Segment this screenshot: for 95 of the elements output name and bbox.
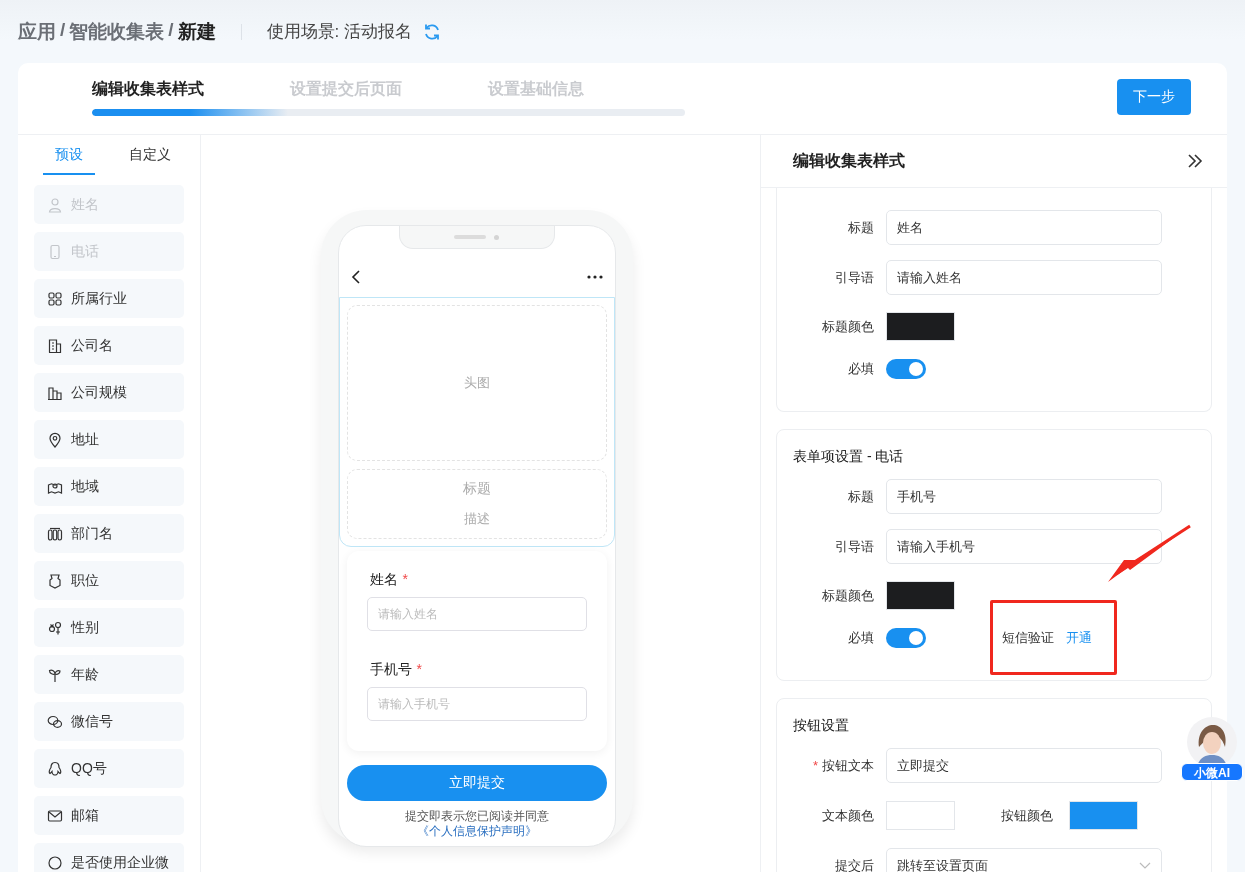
panel-title: 编辑收集表样式 [793, 150, 905, 171]
field-type-label: 是否使用企业微 [71, 853, 169, 872]
field-type-label: 公司名 [71, 336, 113, 355]
field-type-item[interactable]: 职位 [34, 561, 184, 600]
buildings-icon [47, 384, 63, 401]
banner-label: 头图 [463, 374, 490, 392]
badge-icon [47, 572, 63, 589]
color-swatch[interactable] [886, 801, 955, 830]
columns-icon [47, 525, 63, 542]
text-field[interactable]: 请输入姓名 [886, 260, 1162, 295]
assistant-label: 小微AI [1181, 763, 1243, 781]
color-swatch[interactable] [886, 312, 955, 341]
color-swatch[interactable] [886, 581, 955, 610]
chat-bubbles-icon [47, 713, 63, 730]
gender-icon [47, 619, 63, 636]
field-type-label: 邮箱 [71, 806, 99, 825]
field-type-item[interactable]: 地址 [34, 420, 184, 459]
setting-label: 引导语 [835, 538, 874, 554]
back-icon[interactable] [350, 269, 361, 285]
required-mark: * [416, 661, 422, 679]
field-label: 姓名 [369, 571, 398, 589]
field-type-item[interactable]: 是否使用企业微 [34, 843, 184, 872]
building-icon [47, 337, 63, 354]
assistant-avatar[interactable]: 小微AI [1181, 717, 1243, 781]
text-field[interactable]: 请输入手机号 [366, 687, 587, 721]
toggle-switch[interactable] [886, 358, 926, 379]
field-label: 手机号 [369, 661, 412, 679]
field-type-label: 公司规模 [71, 383, 127, 402]
field-type-item[interactable]: 地域 [34, 467, 184, 506]
breadcrumb-separator: / [60, 18, 66, 42]
setting-label: 文本颜色 [822, 807, 874, 823]
field-type-label: QQ号 [71, 759, 107, 778]
field-type-item[interactable]: 部门名 [34, 514, 184, 553]
setting-label: 必填 [848, 629, 874, 645]
sms-label: 短信验证 [1002, 628, 1054, 647]
breadcrumb-item: 新建 [177, 19, 216, 44]
field-type-label: 地址 [71, 430, 99, 449]
text-field[interactable]: 手机号 [886, 479, 1162, 514]
text-field[interactable]: 请输入姓名 [366, 597, 587, 631]
setting-label: 标题颜色 [822, 318, 874, 334]
field-type-label: 微信号 [71, 712, 113, 731]
field-type-label: 职位 [71, 571, 99, 590]
field-type-label: 年龄 [71, 665, 99, 684]
breadcrumb-item[interactable]: 应用 [18, 18, 56, 45]
mail-icon [47, 807, 63, 824]
section-title: 表单项设置 - 电话 [792, 448, 905, 466]
setting-label: 按钮颜色 [1001, 807, 1053, 823]
breadcrumb-separator: / [168, 18, 174, 42]
breadcrumb-item[interactable]: 智能收集表 [69, 18, 165, 45]
location-pin-icon [47, 431, 63, 448]
required-mark: * [812, 757, 818, 773]
sidebar-tab[interactable]: 自定义 [123, 146, 176, 175]
setting-label: 提交后 [835, 857, 874, 872]
field-type-label: 性别 [71, 618, 99, 637]
collapse-icon[interactable] [1187, 153, 1203, 169]
required-mark: * [402, 571, 408, 589]
more-icon[interactable] [586, 275, 603, 279]
grid-icon [47, 290, 63, 307]
enable-link[interactable]: 开通 [1066, 628, 1092, 647]
field-type-item[interactable]: 微信号 [34, 702, 184, 741]
step-tab[interactable]: 编辑收集表样式 [92, 79, 204, 100]
chevron-down-icon [1139, 861, 1151, 870]
text-field[interactable]: 姓名 [886, 210, 1162, 245]
dropdown[interactable]: 跳转至设置页面 [886, 848, 1162, 872]
penguin-icon [47, 760, 63, 777]
field-type-item[interactable]: 公司名 [34, 326, 184, 365]
phone-icon [47, 243, 63, 260]
setting-label: 引导语 [835, 269, 874, 285]
setting-label: 标题 [848, 488, 874, 504]
field-type-label: 地域 [71, 477, 99, 496]
sidebar-tab[interactable]: 预设 [42, 146, 95, 175]
form-title: 标题 [462, 480, 491, 498]
setting-label: 必填 [848, 360, 874, 376]
field-type-item[interactable]: 公司规模 [34, 373, 184, 412]
field-type-item[interactable]: 所属行业 [34, 279, 184, 318]
privacy-link[interactable]: 《个人信息保护声明》 [416, 824, 537, 838]
setting-label: 标题颜色 [822, 587, 874, 603]
field-type-item[interactable]: QQ号 [34, 749, 184, 788]
toggle-switch[interactable] [886, 627, 926, 648]
color-swatch[interactable] [1069, 801, 1138, 830]
text-field[interactable]: 请输入手机号 [886, 529, 1162, 564]
person-icon [47, 196, 63, 213]
form-description: 描述 [463, 510, 490, 528]
agreement-text: 提交即表示您已阅读并同意 《个人信息保护声明》 [403, 809, 550, 839]
field-type-item[interactable]: 年龄 [34, 655, 184, 694]
setting-label: 按钮文本 [822, 757, 874, 773]
field-type-label: 所属行业 [71, 289, 127, 308]
field-type-label: 部门名 [71, 524, 113, 543]
scene-label: 使用场景: 活动报名 [266, 21, 412, 43]
section-title: 按钮设置 [792, 717, 850, 735]
field-type-item[interactable]: 邮箱 [34, 796, 184, 835]
setting-label: 标题 [848, 219, 874, 235]
field-type-item[interactable]: 性别 [34, 608, 184, 647]
refresh-icon[interactable] [422, 21, 442, 42]
text-field[interactable]: 立即提交 [886, 748, 1162, 783]
